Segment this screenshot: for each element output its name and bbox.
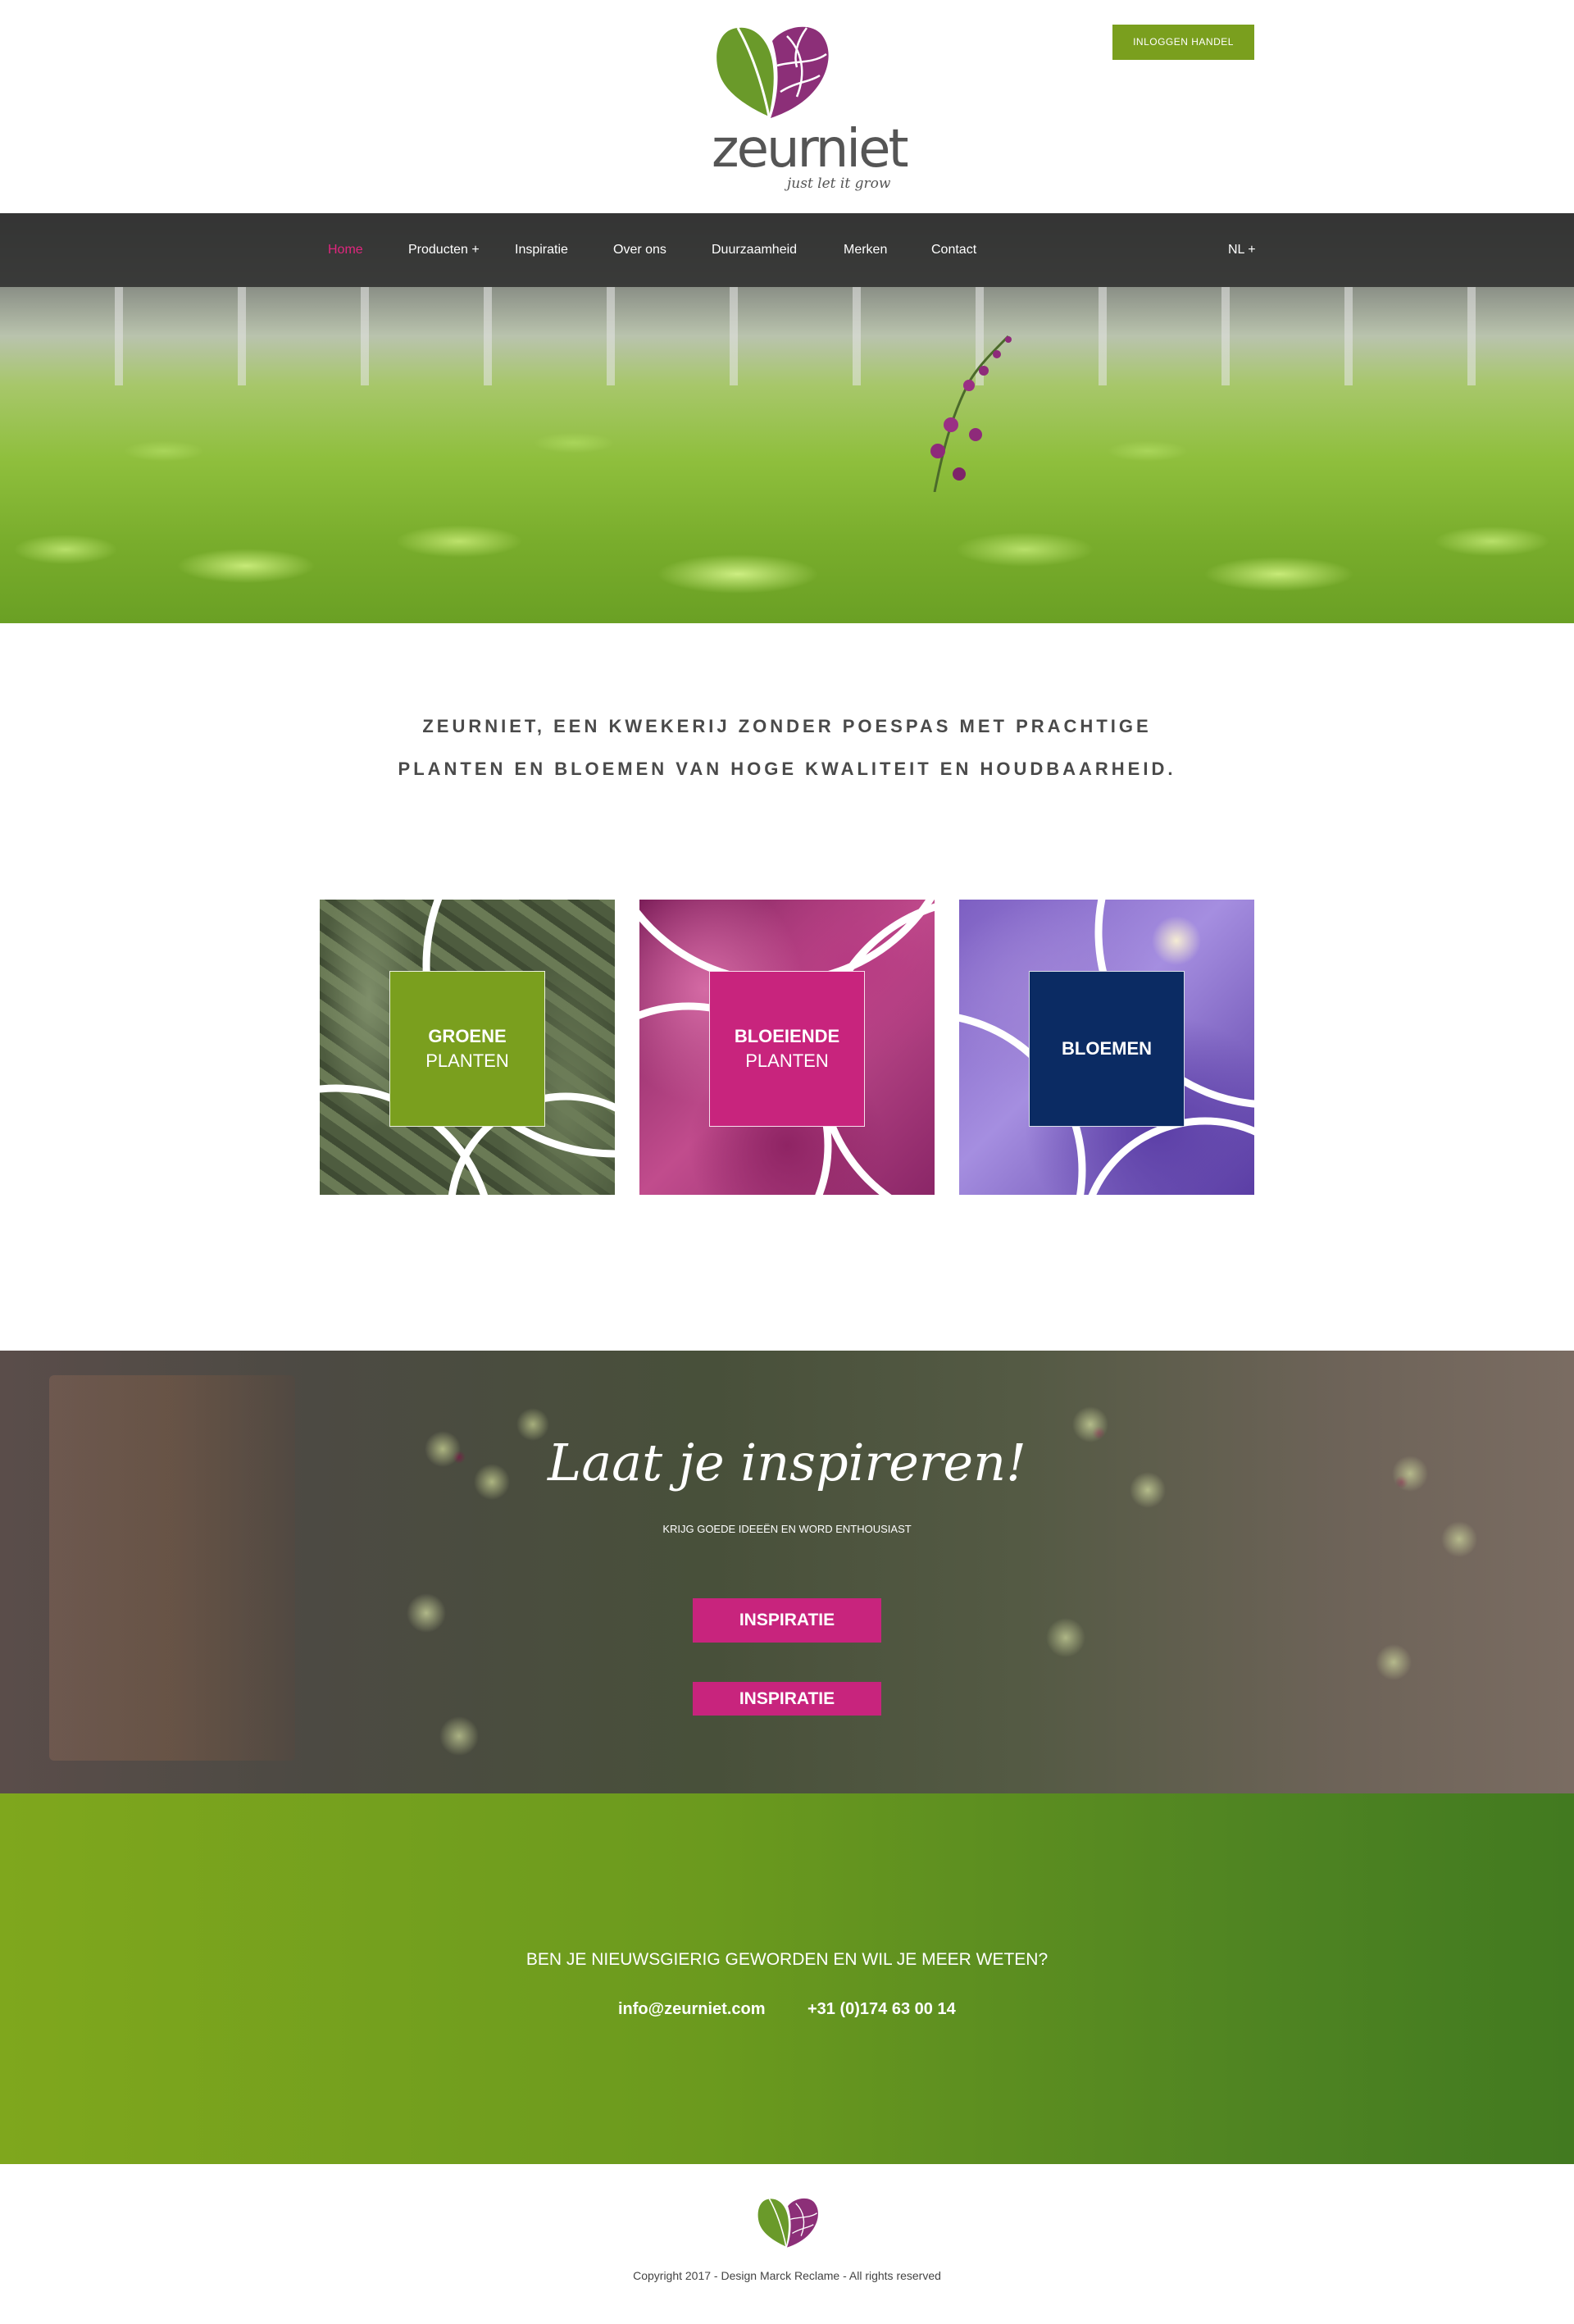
tile-label-box: BLOEIENDE PLANTEN <box>709 971 865 1127</box>
tile-flowering-plants[interactable]: BLOEIENDE PLANTEN <box>639 900 935 1195</box>
orchids-background-image <box>0 1351 1574 1793</box>
tile-label-box: GROENE PLANTEN <box>389 971 545 1127</box>
tile-title: BLOEIENDE <box>734 1026 840 1046</box>
footer-heart-logo-icon <box>757 2198 818 2248</box>
intro-line-1: ZEURNIET, EEN KWEKERIJ ZONDER POESPAS ME… <box>422 716 1152 736</box>
contact-section: BEN JE NIEUWSGIERIG GEWORDEN EN WIL JE M… <box>0 1793 1574 2164</box>
nav-item-producten[interactable]: Producten + <box>408 213 480 287</box>
inspiration-banner: Laat je inspireren! KRIJG GOEDE IDEEËN E… <box>0 1351 1574 1793</box>
contact-question: BEN JE NIEUWSGIERIG GEWORDEN EN WIL JE M… <box>525 1950 1049 1969</box>
nav-item-contact[interactable]: Contact <box>931 213 976 287</box>
inspiration-button[interactable]: INSPIRATIE <box>693 1598 881 1643</box>
inspiration-button-secondary[interactable]: INSPIRATIE <box>693 1682 881 1716</box>
tile-subtitle: PLANTEN <box>745 1050 829 1071</box>
contact-email-link[interactable]: info@zeurniet.com <box>618 2000 766 2019</box>
nav-item-inspiratie[interactable]: Inspiratie <box>515 213 568 287</box>
inspiration-subtitle: KRIJG GOEDE IDEEËN EN WORD ENTHOUSIAST <box>662 1523 912 1535</box>
plants-image <box>0 353 1574 623</box>
nav-item-merken[interactable]: Merken <box>844 213 887 287</box>
zeurniet-logo[interactable]: zeurniet just let it grow <box>705 18 909 198</box>
logo-wordmark: zeurniet <box>712 119 909 180</box>
tile-label-box: BLOEMEN <box>1029 971 1185 1127</box>
tile-flowers[interactable]: BLOEMEN <box>959 900 1254 1195</box>
login-trade-button[interactable]: INLOGGEN HANDEL <box>1112 25 1254 60</box>
logo-tagline: just let it grow <box>787 175 891 192</box>
intro-text: ZEURNIET, EEN KWEKERIJ ZONDER POESPAS ME… <box>0 705 1574 791</box>
contact-phone-link[interactable]: +31 (0)174 63 00 14 <box>807 2000 956 2019</box>
nav-item-duurzaamheid[interactable]: Duurzaamheid <box>712 213 797 287</box>
inspiration-title: Laat je inspireren! <box>548 1433 1026 1492</box>
intro-line-2: PLANTEN EN BLOEMEN VAN HOGE KWALITEIT EN… <box>398 759 1176 779</box>
orchid-stem-image <box>930 335 1012 492</box>
site-header: zeurniet just let it grow INLOGGEN HANDE… <box>0 0 1574 213</box>
site-footer: Copyright 2017 - Design Marck Reclame - … <box>0 2164 1574 2324</box>
nav-item-over-ons[interactable]: Over ons <box>613 213 666 287</box>
tile-title: BLOEMEN <box>1062 1038 1152 1059</box>
tile-green-plants[interactable]: GROENE PLANTEN <box>320 900 615 1195</box>
nav-item-home[interactable]: Home <box>328 213 363 287</box>
tile-subtitle: PLANTEN <box>425 1050 509 1071</box>
language-selector[interactable]: NL + <box>1228 213 1256 287</box>
main-navigation: Home Producten + Inspiratie Over ons Duu… <box>0 213 1574 287</box>
heart-logo-icon <box>716 26 829 118</box>
copyright-text: Copyright 2017 - Design Marck Reclame - … <box>633 2269 941 2282</box>
hero-banner: Home Producten + Inspiratie Over ons Duu… <box>0 213 1574 623</box>
tile-title: GROENE <box>428 1026 507 1046</box>
